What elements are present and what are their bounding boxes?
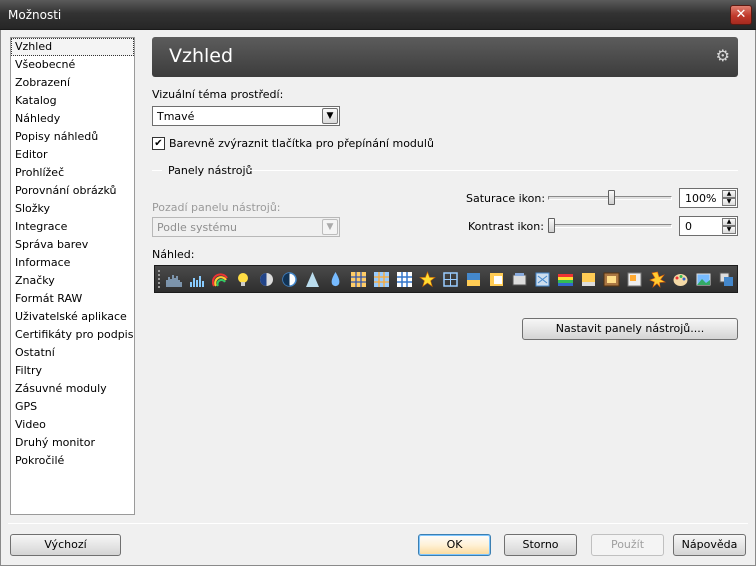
sidebar-item-informace[interactable]: Informace — [11, 254, 134, 272]
sidebar-item-znacky[interactable]: Značky — [11, 272, 134, 290]
resize-icon — [719, 272, 733, 286]
bulb-icon — [238, 273, 248, 286]
apply-button[interactable]: Použít — [591, 534, 664, 556]
flag-icon — [558, 274, 573, 286]
grid-blue-icon — [397, 272, 412, 287]
chevron-down-icon[interactable]: ▼ — [322, 219, 338, 235]
droplet-icon — [331, 272, 340, 287]
image-icon — [467, 273, 480, 286]
saturation-slider[interactable] — [548, 189, 672, 209]
slider-track — [548, 224, 672, 228]
chevron-down-icon[interactable]: ▼ — [322, 108, 338, 124]
page-icon — [627, 272, 642, 287]
sidebar-item-pokrocile[interactable]: Pokročilé — [11, 452, 134, 470]
sidebar-item-nahledy[interactable]: Náhledy — [11, 110, 134, 128]
sidebar-item-filtry[interactable]: Filtry — [11, 362, 134, 380]
section-divider-right — [250, 170, 738, 171]
image-alt-icon — [490, 273, 503, 286]
page-header: Vzhled ⚙ — [152, 37, 738, 77]
sidebar-item-format-raw[interactable]: Formát RAW — [11, 290, 134, 308]
rainbow-icon — [212, 273, 228, 287]
sidebar-item-prohlizec[interactable]: Prohlížeč — [11, 164, 134, 182]
palette-icon — [582, 273, 595, 286]
dark-bulb-icon — [260, 273, 273, 286]
footer-divider — [8, 523, 748, 524]
toolbar-bg-dropdown[interactable]: Podle systému ▼ — [152, 217, 340, 237]
title-bar: Možnosti ✕ — [0, 0, 756, 30]
sidebar-item-vseobecne[interactable]: Všeobecné — [11, 56, 134, 74]
frame-icon — [443, 272, 458, 287]
slider-thumb[interactable] — [608, 190, 615, 205]
sidebar-item-video[interactable]: Video — [11, 416, 134, 434]
ok-button[interactable]: OK — [418, 534, 491, 556]
stack-icon — [512, 273, 527, 286]
picture-icon — [696, 273, 711, 286]
grid-alt-icon — [374, 272, 389, 287]
toolbar-preview — [154, 265, 738, 293]
star-icon — [419, 271, 436, 288]
section-divider-left — [152, 170, 162, 171]
highlight-checkbox[interactable]: ✔ — [152, 137, 165, 150]
triangle-icon — [306, 272, 319, 287]
help-button[interactable]: Nápověda — [673, 534, 746, 556]
histogram-icon — [166, 275, 182, 287]
contrast-label: Kontrast ikon: — [468, 220, 544, 233]
sidebar-item-sprava-barev[interactable]: Správa barev — [11, 236, 134, 254]
configure-toolbars-button[interactable]: Nastavit panely nástrojů.... — [522, 318, 738, 340]
paint-palette-icon — [673, 274, 688, 286]
theme-value: Tmavé — [157, 110, 195, 123]
toolbars-section-title: Panely nástrojů — [168, 164, 253, 177]
saturation-label: Saturace ikon: — [466, 192, 546, 205]
levels-icon — [190, 276, 204, 287]
saturation-spinbox[interactable]: 100% ▲ ▼ — [679, 188, 738, 208]
sidebar-item-ostatni[interactable]: Ostatní — [11, 344, 134, 362]
sidebar-item-zobrazeni[interactable]: Zobrazení — [11, 74, 134, 92]
sidebar-item-uzivatelske-aplikace[interactable]: Uživatelské aplikace — [11, 308, 134, 326]
spin-down-icon[interactable]: ▼ — [722, 198, 736, 206]
spin-up-icon[interactable]: ▲ — [722, 190, 736, 198]
sidebar-item-druhy-monitor[interactable]: Druhý monitor — [11, 434, 134, 452]
contrast-value: 0 — [685, 220, 692, 233]
theme-dropdown[interactable]: Tmavé ▼ — [152, 106, 340, 126]
sidebar-item-slozky[interactable]: Složky — [11, 200, 134, 218]
cancel-button[interactable]: Storno — [504, 534, 577, 556]
burst-icon — [649, 271, 666, 288]
contrast-spinbox[interactable]: 0 ▲ ▼ — [679, 216, 738, 236]
sidebar-item-katalog[interactable]: Katalog — [11, 92, 134, 110]
sidebar-item-integrace[interactable]: Integrace — [11, 218, 134, 236]
slider-thumb[interactable] — [548, 218, 555, 233]
sidebar-item-vzhled[interactable]: Vzhled — [11, 38, 134, 56]
theme-label: Vizuální téma prostředí: — [152, 88, 284, 101]
spin-up-icon[interactable]: ▲ — [722, 218, 736, 226]
default-button[interactable]: Výchozí — [10, 534, 121, 556]
page-title: Vzhled — [169, 45, 234, 67]
contrast-slider[interactable] — [548, 217, 672, 237]
sidebar-item-popisy-nahledu[interactable]: Popisy náhledů — [11, 128, 134, 146]
highlight-checkbox-label: Barevně zvýraznit tlačítka pro přepínání… — [169, 137, 434, 150]
film-strip-icon — [603, 272, 620, 287]
spin-down-icon[interactable]: ▼ — [722, 226, 736, 234]
sidebar-item-zasuvne-moduly[interactable]: Zásuvné moduly — [11, 380, 134, 398]
close-icon[interactable]: ✕ — [730, 5, 752, 25]
saturation-value: 100% — [685, 192, 717, 205]
toolbar-bg-label: Pozadí panelu nástrojů: — [152, 201, 281, 214]
preview-label: Náhled: — [152, 248, 195, 261]
sidebar-item-porovnani-obrazku[interactable]: Porovnání obrázků — [11, 182, 134, 200]
contrast-circle-icon — [282, 272, 297, 287]
gear-icon[interactable]: ⚙ — [716, 46, 730, 65]
window-title: Možnosti — [8, 8, 62, 22]
sidebar-item-gps[interactable]: GPS — [11, 398, 134, 416]
grid-icon — [351, 272, 366, 287]
sidebar-item-editor[interactable]: Editor — [11, 146, 134, 164]
sidebar-item-certifikaty[interactable]: Certifikáty pro podpis — [11, 326, 134, 344]
film-icon — [535, 272, 550, 287]
toolbar-bg-value: Podle systému — [157, 221, 238, 234]
toolbar-grip-icon — [158, 270, 162, 288]
category-list[interactable]: Vzhled Všeobecné Zobrazení Katalog Náhle… — [10, 37, 135, 515]
